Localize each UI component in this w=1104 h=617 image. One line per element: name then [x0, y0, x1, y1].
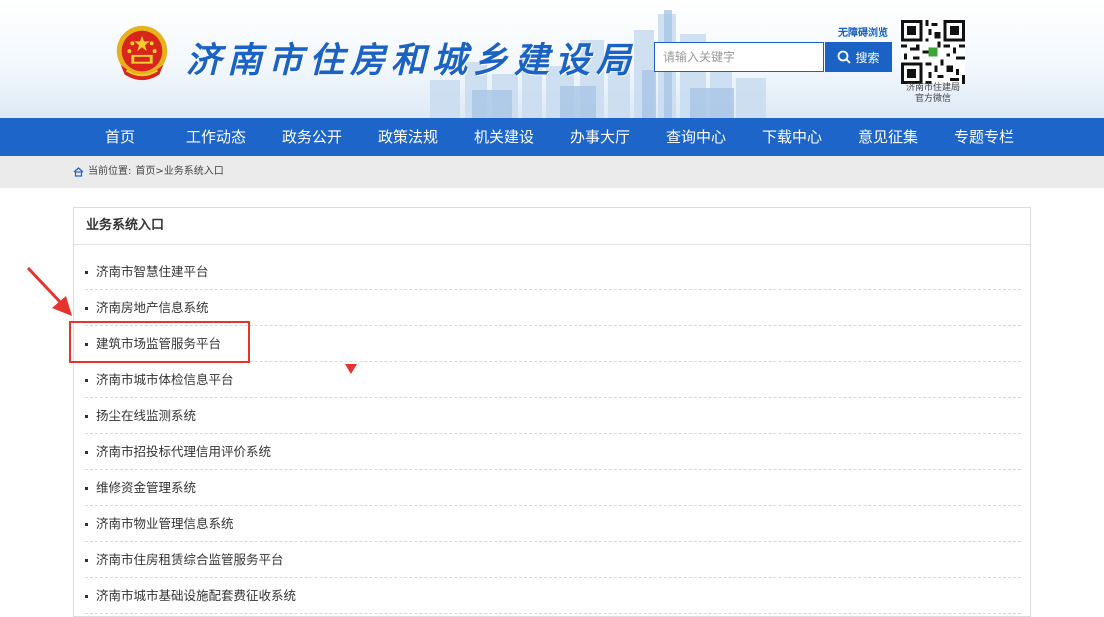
- system-link-infrastructure-fee[interactable]: 济南市城市基础设施配套费征收系统: [85, 578, 1021, 614]
- system-link-label: 济南市智慧住建平台: [96, 264, 209, 279]
- nav-item-query-center[interactable]: 查询中心: [648, 118, 744, 156]
- system-link-rental-supervision[interactable]: 济南市住房租赁综合监管服务平台: [85, 542, 1021, 578]
- breadcrumb-home-link[interactable]: 首页: [135, 156, 155, 188]
- nav-item-policies[interactable]: 政策法规: [360, 118, 456, 156]
- site-title: 济南市住房和城乡建设局: [186, 40, 638, 81]
- system-link-label: 济南市住房租赁综合监管服务平台: [96, 552, 284, 567]
- qr-caption-line2: 官方微信: [914, 94, 951, 104]
- home-icon: [73, 167, 84, 177]
- system-link-property-management[interactable]: 济南市物业管理信息系统: [85, 506, 1021, 542]
- nav-item-opinion-collection[interactable]: 意见征集: [840, 118, 936, 156]
- breadcrumb-bar: 当前位置: 首页 > 业务系统入口: [0, 156, 1104, 188]
- bullet-icon: [85, 307, 88, 310]
- bullet-icon: [85, 523, 88, 526]
- search-icon: [838, 50, 852, 64]
- nav-item-service-hall[interactable]: 办事大厅: [552, 118, 648, 156]
- nav-item-org-building[interactable]: 机关建设: [456, 118, 552, 156]
- highlight-box: [69, 321, 250, 363]
- qr-caption-line1: 济南市住建局: [905, 83, 960, 93]
- system-link-label: 维修资金管理系统: [96, 480, 197, 495]
- search-button-label: 搜索: [855, 50, 880, 65]
- bullet-icon: [85, 415, 88, 418]
- system-link-bidding-agency-credit[interactable]: 济南市招投标代理信用评价系统: [85, 434, 1021, 470]
- bullet-icon: [85, 487, 88, 490]
- breadcrumb: 当前位置: 首页 > 业务系统入口: [73, 156, 224, 188]
- system-link-label: 济南市招投标代理信用评价系统: [96, 444, 272, 459]
- triangle-marker-icon: [345, 364, 357, 374]
- bullet-icon: [85, 271, 88, 274]
- panel-divider: [74, 244, 1030, 245]
- search-button[interactable]: 搜索: [825, 42, 892, 72]
- nav-item-special-topics[interactable]: 专题专栏: [936, 118, 1032, 156]
- search-input[interactable]: [654, 42, 824, 72]
- nav-item-download-center[interactable]: 下载中心: [744, 118, 840, 156]
- breadcrumb-separator: >: [155, 166, 164, 177]
- nav-item-work-news[interactable]: 工作动态: [168, 118, 264, 156]
- system-link-maintenance-fund[interactable]: 维修资金管理系统: [85, 470, 1021, 506]
- site-header: 济南市住房和城乡建设局 无障碍浏览 搜索 济南市住建局 官方微信: [0, 0, 1104, 118]
- nav-item-gov-affairs[interactable]: 政务公开: [264, 118, 360, 156]
- accessibility-link[interactable]: 无障碍浏览: [838, 24, 888, 39]
- system-link-label: 济南市物业管理信息系统: [96, 516, 234, 531]
- wechat-qr-code: [901, 20, 965, 84]
- national-emblem-icon: [116, 25, 168, 81]
- panel-title: 业务系统入口: [86, 218, 165, 233]
- breadcrumb-current: 业务系统入口: [163, 166, 224, 177]
- qr-caption: 济南市住建局 官方微信: [896, 83, 970, 105]
- bullet-icon: [85, 559, 88, 562]
- system-link-label: 济南市城市体检信息平台: [96, 372, 234, 387]
- bullet-icon: [85, 595, 88, 598]
- system-link-dust-monitoring[interactable]: 扬尘在线监测系统: [85, 398, 1021, 434]
- red-arrow-icon: [26, 266, 72, 316]
- breadcrumb-prefix: 当前位置:: [88, 166, 132, 177]
- system-entry-panel: 业务系统入口 济南市智慧住建平台 济南房地产信息系统 建筑市场监管服务平台 济南…: [73, 207, 1031, 617]
- nav-item-home[interactable]: 首页: [72, 118, 168, 156]
- system-link-label: 济南市城市基础设施配套费征收系统: [96, 588, 297, 603]
- bullet-icon: [85, 379, 88, 382]
- bullet-icon: [85, 451, 88, 454]
- system-link-smart-housing[interactable]: 济南市智慧住建平台: [85, 254, 1021, 290]
- system-link-label: 扬尘在线监测系统: [96, 408, 197, 423]
- system-link-city-checkup[interactable]: 济南市城市体检信息平台: [85, 362, 1021, 398]
- main-nav: 首页 工作动态 政务公开 政策法规 机关建设 办事大厅 查询中心 下载中心 意见…: [0, 118, 1104, 156]
